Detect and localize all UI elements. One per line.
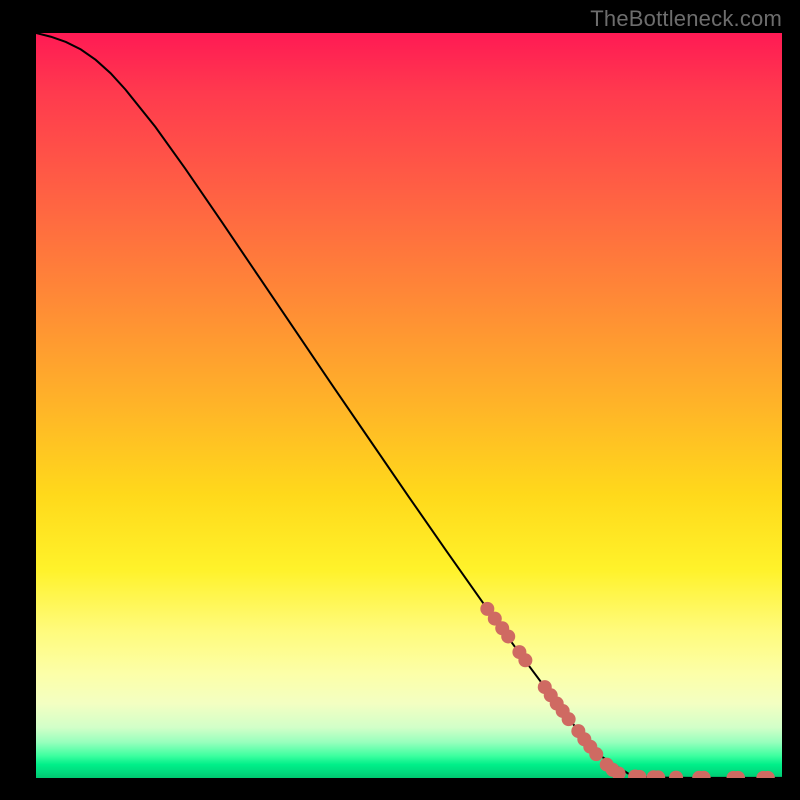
watermark-text: TheBottleneck.com (590, 6, 782, 32)
data-marker (562, 712, 576, 726)
chart-overlay (36, 33, 782, 778)
data-marker (589, 747, 603, 761)
marker-group (480, 602, 775, 778)
data-marker (669, 771, 683, 778)
chart-stage: TheBottleneck.com (0, 0, 800, 800)
data-marker (518, 653, 532, 667)
data-marker (501, 629, 515, 643)
curve-line (36, 33, 782, 778)
